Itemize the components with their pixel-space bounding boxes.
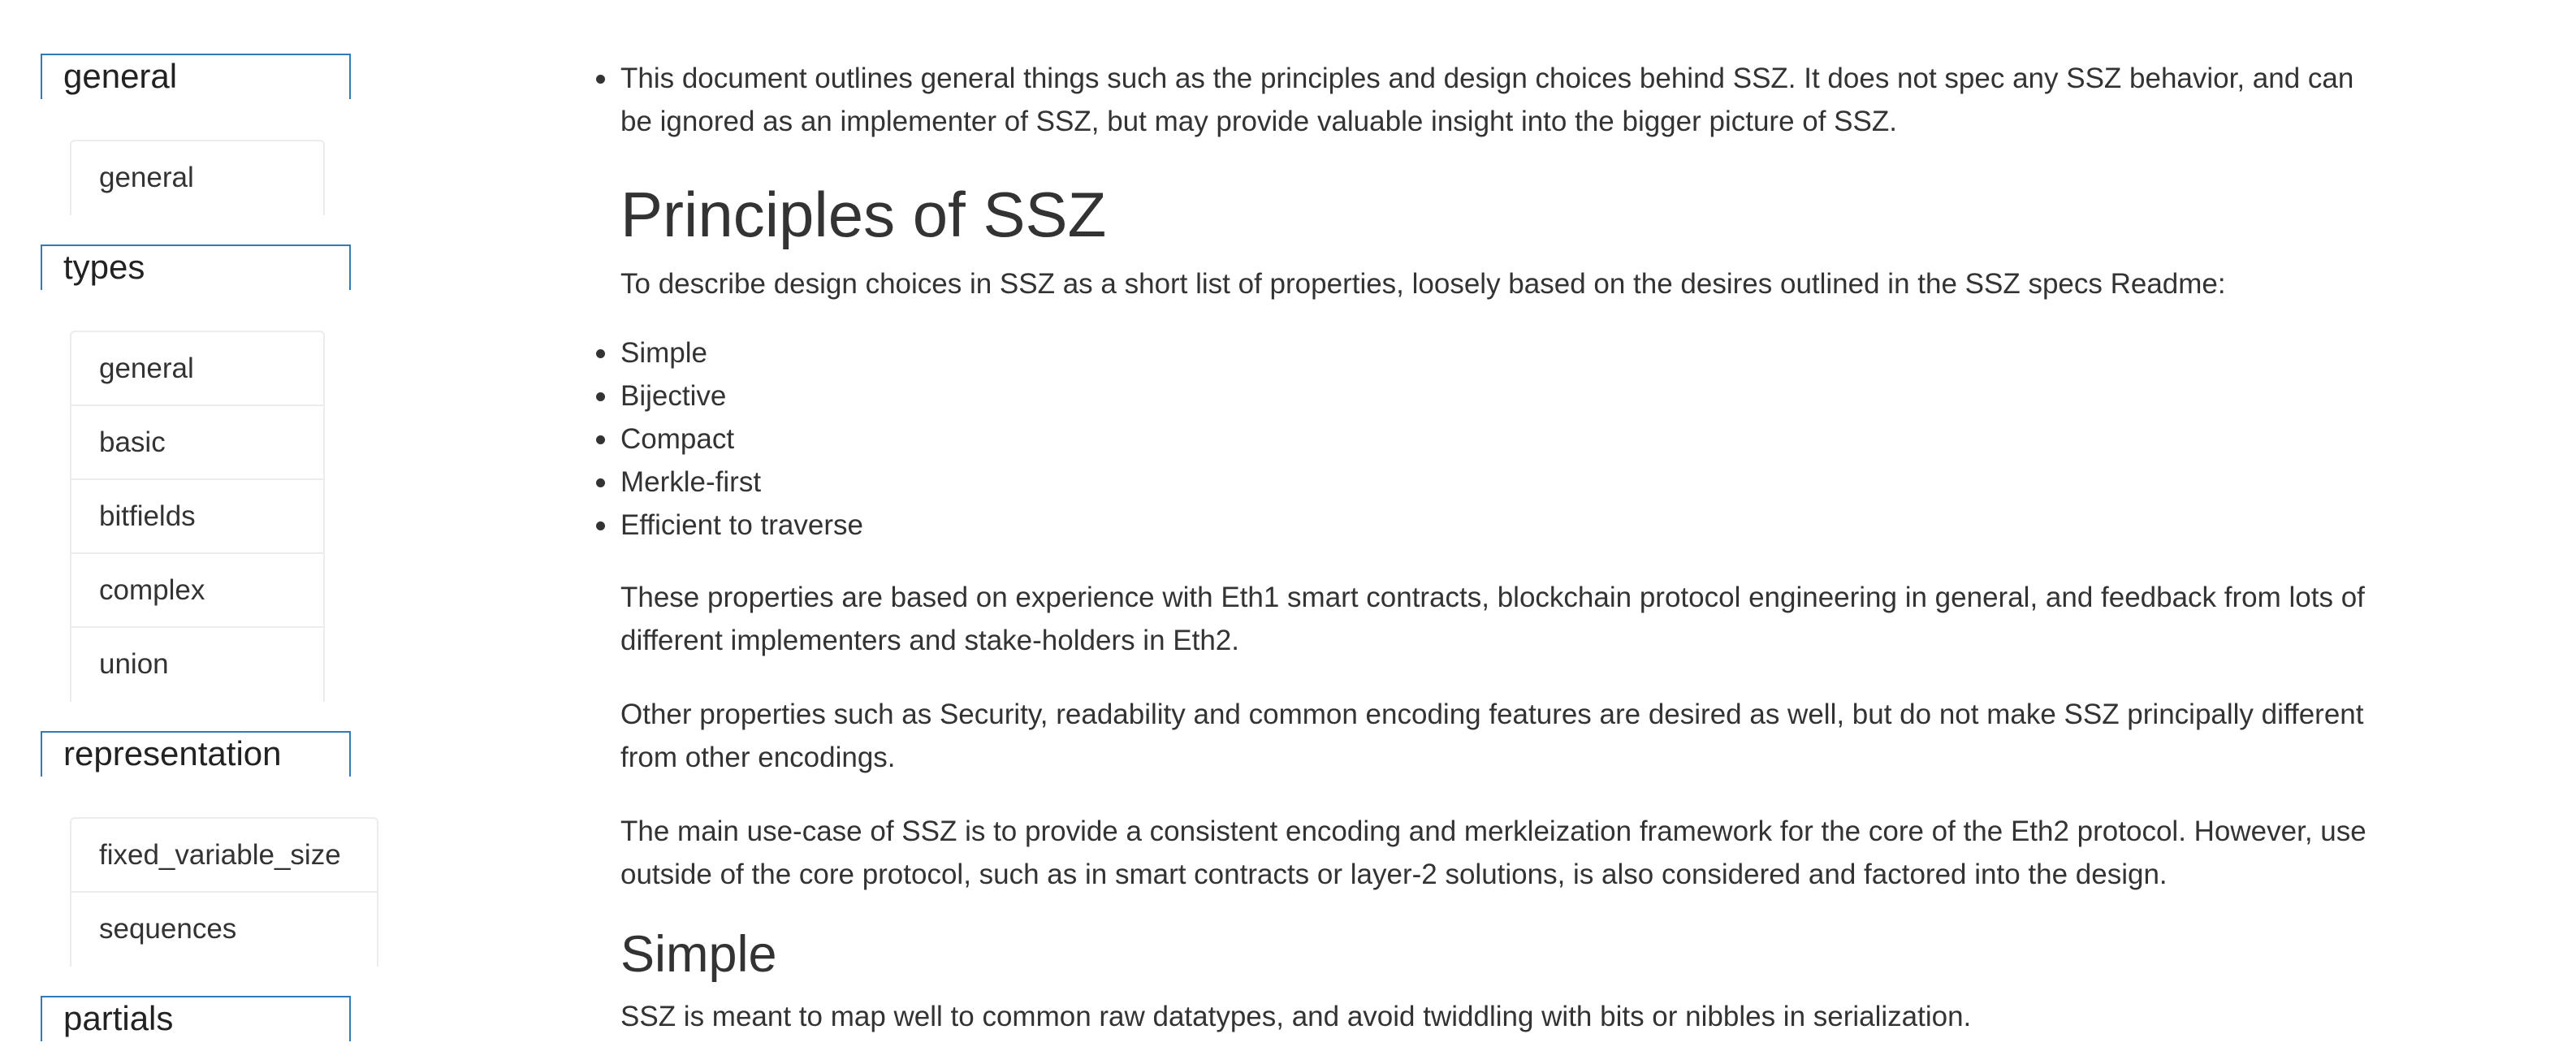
intro-list: This document outlines general things su… [596,57,2407,143]
sidebar-item-types-bitfields[interactable]: bitfields [70,478,325,552]
sidebar-group-types[interactable]: types [41,244,351,290]
sidebar-item-representation-fixed-variable-size[interactable]: fixed_variable_size [70,817,378,891]
sidebar-list-general: general [70,140,365,215]
sidebar-item-types-union[interactable]: union [70,626,325,702]
sidebar-group-general[interactable]: general [41,54,351,99]
intro-item: This document outlines general things su… [596,57,2366,143]
sidebar-item-types-complex[interactable]: complex [70,552,325,626]
sidebar-list-representation: fixed_variable_size sequences [70,817,378,967]
property-item-merkle-first: Merkle-first [596,461,2407,504]
sidebar-list-types: general basic bitfields complex union [70,331,365,702]
property-item-compact: Compact [596,418,2407,461]
properties-list: Simple Bijective Compact Merkle-first Ef… [596,331,2407,547]
sidebar-group-partials[interactable]: partials [41,996,351,1041]
sidebar-group-representation[interactable]: representation [41,731,351,777]
document-content: This document outlines general things su… [596,0,2407,1038]
sidebar-nav: general general types general basic bitf… [41,54,378,1041]
sidebar-item-types-general[interactable]: general [70,331,325,405]
paragraph-experience: These properties are based on experience… [620,582,2365,656]
paragraph-describe: To describe design choices in SSZ as a s… [620,268,2226,300]
sidebar-item-general-general[interactable]: general [70,140,325,215]
paragraph-simple: SSZ is meant to map well to common raw d… [620,1001,1972,1032]
property-item-efficient: Efficient to traverse [596,504,2407,547]
property-item-simple: Simple [596,331,2407,374]
paragraph-other-properties: Other properties such as Security, reada… [620,699,2364,773]
sidebar-item-representation-sequences[interactable]: sequences [70,891,378,967]
property-item-bijective: Bijective [596,374,2407,418]
paragraph-use-case: The main use-case of SSZ is to provide a… [620,816,2366,890]
heading-simple: Simple [620,926,777,983]
heading-principles: Principles of SSZ [620,179,1107,250]
sidebar-item-types-basic[interactable]: basic [70,405,325,478]
